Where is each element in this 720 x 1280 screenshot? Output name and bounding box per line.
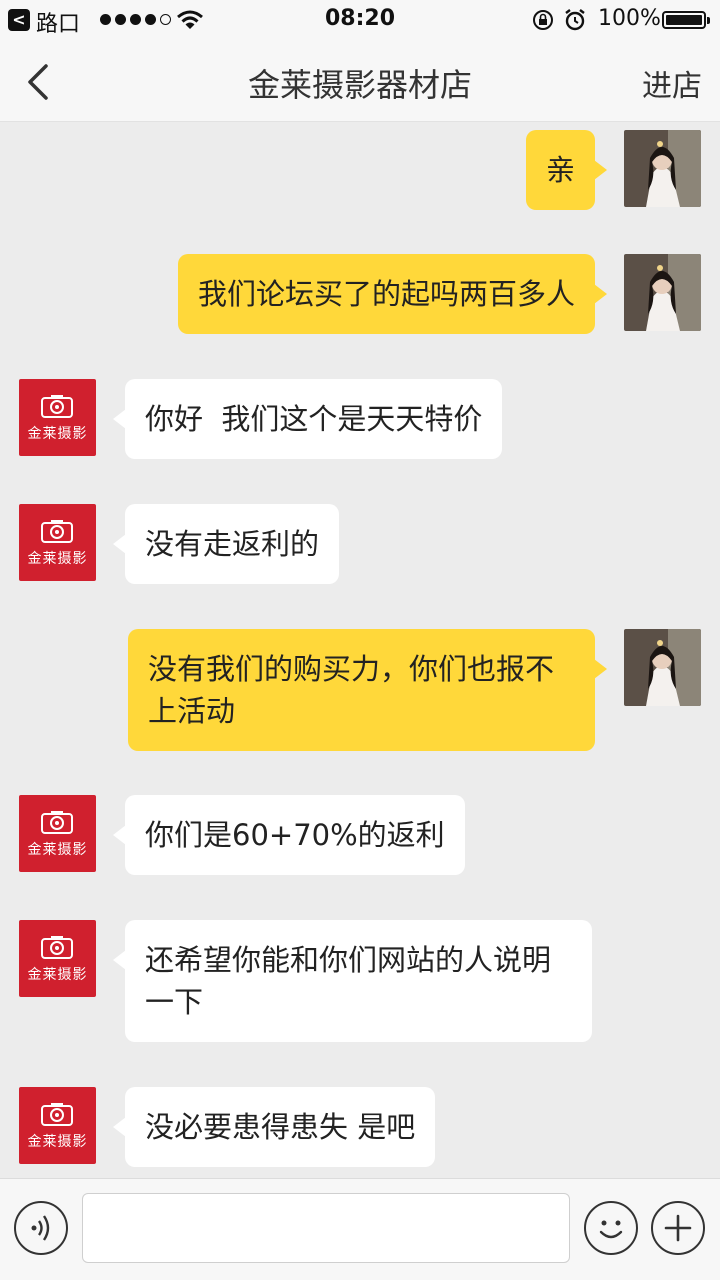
shop-avatar-label: 金莱摄影 [27,842,88,858]
message-bubble-incoming: 还希望你能和你们网站的人说明一下 [113,920,592,1042]
camera-logo-icon [41,936,73,959]
shop-avatar[interactable]: 金莱摄影 [19,795,96,872]
message-bubble-incoming: 你好 我们这个是天天特价 [112,379,503,459]
message-bubble-incoming: 你们是60+70%的返利 [113,795,465,875]
plus-icon [664,1214,692,1242]
camera-logo-icon [41,520,73,543]
message-bubble-incoming: 没必要患得患失 是吧 [112,1087,436,1167]
battery-icon [662,11,710,29]
voice-icon [31,1215,50,1241]
camera-logo-icon [41,1103,73,1126]
chat-header: 金莱摄影器材店 进店 [0,40,720,122]
message-bubble-outgoing: 我们论坛买了的起吗两百多人 [177,254,608,334]
voice-button[interactable] [14,1201,68,1255]
emoji-button[interactable] [584,1201,638,1255]
shop-avatar[interactable]: 金莱摄影 [19,920,96,997]
alarm-icon [565,9,585,31]
shop-avatar[interactable]: 金莱摄影 [19,504,96,581]
shop-avatar-label: 金莱摄影 [27,1134,88,1150]
status-bar: < 路口 08:20 100% [0,0,720,40]
orientation-lock-icon [533,10,553,30]
message-list[interactable]: 亲 我们论坛买了的起吗两百多人 金莱摄影 你好 我们这个是天天特价 金莱摄影 没… [0,122,720,1178]
input-bar [0,1178,720,1280]
user-avatar[interactable] [624,254,701,331]
user-avatar[interactable] [624,130,701,207]
message-bubble-outgoing: 没有我们的购买力，你们也报不上活动 [128,629,607,751]
battery-percentage: 100% [598,6,661,31]
message-bubble-incoming: 没有走返利的 [112,504,340,584]
user-avatar[interactable] [624,629,701,706]
shop-avatar[interactable]: 金莱摄影 [19,1087,96,1164]
shop-avatar-label: 金莱摄影 [27,426,88,442]
emoji-icon [599,1220,623,1239]
camera-logo-icon [41,811,73,834]
message-input[interactable] [82,1193,570,1263]
camera-logo-icon [41,395,73,418]
shop-avatar[interactable]: 金莱摄影 [19,379,96,456]
enter-store-button[interactable]: 进店 [642,61,702,105]
message-bubble-outgoing: 亲 [525,130,608,210]
shop-avatar-label: 金莱摄影 [27,967,88,983]
page-title: 金莱摄影器材店 [247,66,472,104]
shop-avatar-label: 金莱摄影 [27,551,88,567]
more-button[interactable] [651,1201,705,1255]
